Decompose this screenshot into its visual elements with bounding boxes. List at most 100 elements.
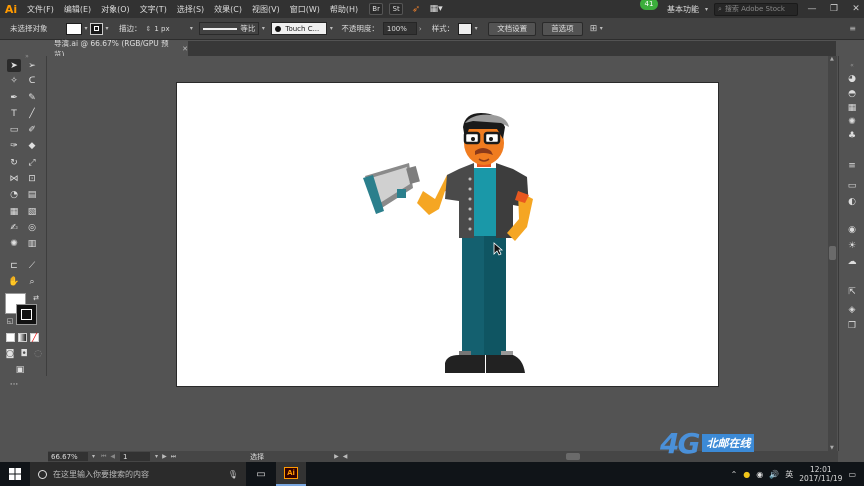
symbols-panel-icon[interactable]: ♣ xyxy=(845,130,859,142)
opacity-field[interactable]: 100% xyxy=(382,22,417,35)
scroll-up-icon[interactable]: ▲ xyxy=(830,56,834,62)
draw-normal-icon[interactable]: ◙ xyxy=(3,347,17,360)
selection-tool-icon[interactable]: ➤ xyxy=(7,59,21,72)
prev-artboard-icon[interactable]: ◀ xyxy=(110,453,115,460)
start-button[interactable] xyxy=(0,462,30,486)
chevron-down-icon[interactable]: ▾ xyxy=(705,6,708,13)
close-button[interactable]: ✕ xyxy=(848,4,864,14)
menu-item[interactable]: 窗口(W) xyxy=(285,4,325,15)
gradient-panel-icon[interactable]: ▭ xyxy=(845,180,859,192)
scroll-left-icon[interactable]: ◀ xyxy=(343,453,348,460)
shape-builder-tool-icon[interactable]: ◔ xyxy=(7,188,21,201)
shaper-tool-icon[interactable]: ✑ xyxy=(7,139,21,152)
draw-behind-icon[interactable]: ◘ xyxy=(17,347,31,360)
appearance-panel-icon[interactable]: ◉ xyxy=(845,224,859,236)
brush-definition[interactable]: Touch C... xyxy=(271,22,328,35)
magic-wand-tool-icon[interactable]: ✧ xyxy=(7,74,21,87)
menu-item[interactable]: 视图(V) xyxy=(247,4,285,15)
free-transform-tool-icon[interactable]: ⊡ xyxy=(25,172,39,185)
chevron-down-icon[interactable]: ▾ xyxy=(259,25,267,32)
pen-tool-icon[interactable]: ✒ xyxy=(7,91,21,104)
opacity-label[interactable]: 不透明度： xyxy=(341,23,379,34)
stroke-profile[interactable]: 等比 xyxy=(199,22,260,35)
perspective-grid-tool-icon[interactable]: ▤ xyxy=(25,188,39,201)
action-center-icon[interactable]: ▭ xyxy=(848,470,856,479)
network-icon[interactable]: ◉ xyxy=(756,470,763,479)
chevron-down-icon[interactable]: ▾ xyxy=(92,453,95,460)
expand-panels-icon[interactable]: « xyxy=(845,59,859,71)
menu-item[interactable]: 对象(O) xyxy=(96,4,135,15)
transform-panel-icon[interactable]: ⇱ xyxy=(845,286,859,298)
align-icon[interactable]: ⊞ xyxy=(590,24,598,34)
eyedropper-tool-icon[interactable]: ✍ xyxy=(7,221,21,234)
arrange-documents-icon[interactable]: ▦▾ xyxy=(429,3,443,15)
artboard-number-field[interactable]: 1 xyxy=(120,452,151,461)
chevron-down-icon[interactable]: ▾ xyxy=(187,25,195,32)
gradient-tool-icon[interactable]: ▧ xyxy=(25,205,39,218)
rectangle-tool-icon[interactable]: ▭ xyxy=(7,123,21,136)
menu-item[interactable]: 选择(S) xyxy=(172,4,209,15)
color-panel-icon[interactable]: ◕ xyxy=(845,73,859,85)
transparency-panel-icon[interactable]: ◐ xyxy=(845,196,859,208)
stroke-panel-icon[interactable]: ≡ xyxy=(845,160,859,172)
volume-icon[interactable]: 🔊 xyxy=(769,470,779,479)
blend-tool-icon[interactable]: ◎ xyxy=(25,221,39,234)
zoom-tool-icon[interactable]: ⌕ xyxy=(25,275,39,288)
horizontal-scroll-thumb[interactable] xyxy=(566,453,580,460)
chevron-right-icon[interactable]: › xyxy=(419,25,422,33)
gradient-mode-icon[interactable] xyxy=(18,333,27,342)
hand-tool-icon[interactable]: ✋ xyxy=(7,275,21,288)
color-mode-icon[interactable] xyxy=(6,333,15,342)
vertical-scrollbar[interactable]: ▲ ▼ xyxy=(828,56,837,451)
default-fill-stroke-icon[interactable]: ◱ xyxy=(3,314,17,327)
more-tools-icon[interactable]: ··· xyxy=(7,378,21,391)
input-language[interactable]: 英 xyxy=(785,469,793,480)
screen-mode-icon[interactable]: ▣ xyxy=(13,363,27,376)
gpu-rocket-icon[interactable]: ➶ xyxy=(409,3,423,15)
curvature-tool-icon[interactable]: ✎ xyxy=(25,91,39,104)
last-artboard-icon[interactable]: ⏭ xyxy=(171,453,176,461)
taskbar-illustrator-app[interactable]: Ai xyxy=(276,462,306,486)
brushes-panel-icon[interactable]: ✺ xyxy=(845,116,859,128)
close-tab-icon[interactable]: ✕ xyxy=(182,45,188,53)
artboard-tool-icon[interactable]: ⊏ xyxy=(7,259,21,272)
document-setup-button[interactable]: 文档设置 xyxy=(488,21,537,36)
eraser-tool-icon[interactable]: ◆ xyxy=(25,139,39,152)
status-menu-icon[interactable]: ▶ xyxy=(334,453,339,460)
artboards-panel-icon[interactable]: ❐ xyxy=(845,320,859,332)
menu-item[interactable]: 帮助(H) xyxy=(325,4,363,15)
next-artboard-icon[interactable]: ▶ xyxy=(162,453,167,460)
minimize-button[interactable]: — xyxy=(804,4,820,14)
chevron-down-icon[interactable]: ▾ xyxy=(472,25,480,32)
document-tab[interactable]: 导演.ai @ 66.67% (RGB/GPU 预览) ✕ xyxy=(48,39,188,59)
menu-item[interactable]: 文字(T) xyxy=(135,4,172,15)
line-tool-icon[interactable]: ╱ xyxy=(25,107,39,120)
workspace-switcher[interactable]: 基本功能 xyxy=(667,4,699,15)
chevron-down-icon[interactable]: ▾ xyxy=(597,25,605,32)
slice-tool-icon[interactable]: ⟋ xyxy=(25,259,39,272)
restore-button[interactable]: ❐ xyxy=(826,4,842,14)
mesh-tool-icon[interactable]: ▦ xyxy=(7,205,21,218)
panel-menu-icon[interactable]: ≡ xyxy=(849,24,856,33)
rotate-tool-icon[interactable]: ↻ xyxy=(7,156,21,169)
preferences-button[interactable]: 首选项 xyxy=(542,21,583,36)
current-tool-status[interactable]: 选择 xyxy=(250,452,264,462)
paintbrush-tool-icon[interactable]: ✐ xyxy=(25,123,39,136)
cc-libraries-icon[interactable]: ☁ xyxy=(845,256,859,268)
stock-icon[interactable]: St xyxy=(389,3,404,15)
chevron-down-icon[interactable]: ▾ xyxy=(155,453,158,460)
scale-tool-icon[interactable]: ⤢ xyxy=(25,156,39,169)
zoom-level-field[interactable]: 66.67% xyxy=(48,452,88,461)
taskbar-search-input[interactable]: 在这里输入你要搜索的内容 🎙 xyxy=(30,462,246,486)
stock-search-input[interactable]: ⌕ 搜索 Adobe Stock xyxy=(714,2,798,16)
stroke-swatch[interactable] xyxy=(90,22,103,35)
type-tool-icon[interactable]: T xyxy=(7,107,21,120)
clock[interactable]: 12:01 2017/11/19 xyxy=(799,465,842,483)
show-hidden-icons[interactable]: ⌃ xyxy=(731,470,738,479)
menu-item[interactable]: 编辑(E) xyxy=(59,4,96,15)
chevron-down-icon[interactable]: ▾ xyxy=(327,25,335,32)
lasso-tool-icon[interactable]: ᑕ xyxy=(25,74,39,87)
chevron-down-icon[interactable]: ▾ xyxy=(82,25,90,32)
layers-panel-icon[interactable]: ◈ xyxy=(845,304,859,316)
bridge-icon[interactable]: Br xyxy=(369,3,384,15)
